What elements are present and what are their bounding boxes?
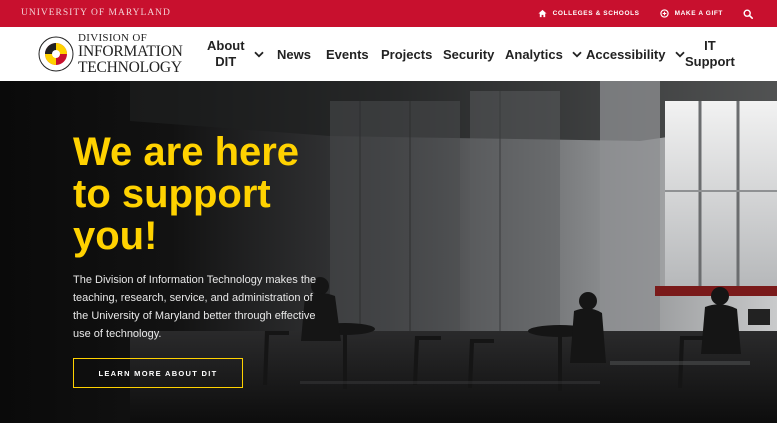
hero-description: The Division of Information Technology m…	[73, 274, 317, 340]
nav-analytics-label: Analytics	[505, 46, 563, 62]
logo-line-technology: TECHNOLOGY	[78, 58, 182, 76]
site-header: DIVISION OF INFORMATION TECHNOLOGY About…	[0, 27, 777, 81]
nav-item-projects[interactable]: Projects	[381, 27, 432, 81]
nav-support-line2: Support	[685, 54, 735, 69]
dit-logo[interactable]: DIVISION OF INFORMATION TECHNOLOGY	[38, 33, 190, 75]
chevron-down-icon	[674, 51, 685, 57]
search-button[interactable]	[743, 8, 753, 19]
nav-item-news[interactable]: News	[277, 27, 311, 81]
umd-home-link[interactable]: UNIVERSITY OF MARYLAND	[21, 8, 171, 18]
nav-item-it-support[interactable]: IT Support	[685, 27, 735, 81]
hero-title-line3: you!	[73, 214, 158, 258]
utility-links: COLLEGES & SCHOOLS MAKE A GIFT	[538, 0, 777, 27]
hero-title-line1: We are here	[73, 130, 300, 174]
logo-wordmark: DIVISION OF INFORMATION TECHNOLOGY	[78, 33, 183, 75]
nav-item-analytics[interactable]: Analytics	[505, 27, 582, 81]
search-icon	[743, 8, 753, 19]
learn-more-button[interactable]: LEARN MORE ABOUT DIT	[73, 358, 243, 388]
nav-support-line1: IT	[704, 38, 716, 53]
chevron-down-icon	[572, 51, 582, 57]
colleges-schools-link[interactable]: COLLEGES & SCHOOLS	[538, 9, 640, 18]
logo-line-information: INFORMATION	[78, 43, 183, 60]
home-icon	[538, 9, 547, 18]
nav-item-accessibility[interactable]: Accessibility	[586, 27, 685, 81]
nav-item-security[interactable]: Security	[443, 27, 494, 81]
nav-item-label: IT Support	[685, 38, 735, 70]
colleges-schools-label: COLLEGES & SCHOOLS	[552, 10, 640, 17]
hero-title-line2: to support	[73, 172, 271, 216]
make-a-gift-label: MAKE A GIFT	[674, 10, 723, 17]
nav-item-events[interactable]: Events	[326, 27, 369, 81]
nav-item-about-dit[interactable]: About DIT	[207, 27, 264, 81]
nav-about-line1: About	[207, 38, 245, 53]
make-a-gift-link[interactable]: MAKE A GIFT	[659, 9, 723, 18]
hero-section: We are here to support you! The Division…	[0, 81, 777, 423]
utility-bar: UNIVERSITY OF MARYLAND COLLEGES & SCHOOL…	[0, 0, 777, 27]
chevron-down-icon	[253, 51, 264, 57]
umd-seal-icon	[38, 36, 74, 72]
hero-title: We are here to support you!	[73, 131, 313, 257]
nav-about-line2: DIT	[215, 54, 237, 69]
gift-icon	[659, 9, 669, 18]
nav-item-label: About DIT	[207, 38, 245, 70]
nav-accessibility-label: Accessibility	[586, 46, 666, 62]
